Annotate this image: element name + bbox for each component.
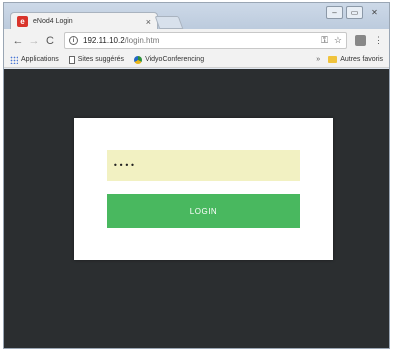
- bookmark-suggested-sites[interactable]: Sites suggérés: [68, 55, 125, 64]
- login-button[interactable]: LOGIN: [107, 194, 300, 228]
- star-icon[interactable]: ☆: [334, 35, 342, 46]
- bookmarks-overflow-icon[interactable]: »: [316, 56, 320, 63]
- kebab-menu-icon[interactable]: ⋮: [374, 35, 383, 46]
- bookmark-label: VidyoConferencing: [145, 56, 205, 63]
- tab-enod4-login[interactable]: e eNod4 Login ×: [10, 12, 158, 30]
- bookmark-label: Applications: [21, 56, 59, 63]
- bookmark-vidyo[interactable]: VidyoConferencing: [134, 55, 205, 64]
- folder-icon: [328, 56, 338, 63]
- login-card: LOGIN: [74, 118, 333, 260]
- extension-icon[interactable]: [355, 35, 366, 46]
- enod4-favicon-icon: e: [17, 16, 28, 27]
- back-arrow-icon[interactable]: ←: [10, 35, 26, 47]
- tab-strip: e eNod4 Login × – ▭ ✕: [4, 3, 389, 30]
- url-path: /login.htm: [124, 36, 160, 45]
- key-icon[interactable]: ⚿: [321, 35, 328, 46]
- bookmarks-bar: Applications Sites suggérés VidyoConfere…: [4, 52, 389, 68]
- maximize-icon[interactable]: ▭: [346, 6, 363, 19]
- new-tab-button[interactable]: [154, 16, 184, 29]
- browser-toolbar: ← → C i 192.11.10.2/login.htm ⚿ ☆ ⋮: [4, 29, 389, 52]
- window-controls: – ▭ ✕: [326, 6, 383, 19]
- info-icon[interactable]: i: [69, 36, 78, 45]
- bookmark-label: Sites suggérés: [77, 56, 125, 63]
- tab-title: eNod4 Login: [33, 18, 73, 25]
- reload-icon[interactable]: C: [42, 35, 58, 47]
- url-text[interactable]: 192.11.10.2/login.htm: [83, 36, 315, 45]
- address-bar[interactable]: i 192.11.10.2/login.htm ⚿ ☆: [64, 32, 347, 49]
- page-icon: [68, 55, 75, 64]
- password-input[interactable]: [107, 150, 300, 181]
- close-window-icon[interactable]: ✕: [366, 6, 383, 19]
- page-content: LOGIN: [4, 69, 389, 348]
- minimize-icon[interactable]: –: [326, 6, 343, 19]
- bookmark-label: Autres favoris: [340, 56, 383, 63]
- vidyo-icon: [134, 55, 143, 64]
- url-host: 192.11.10.2: [83, 36, 125, 45]
- browser-window: e eNod4 Login × – ▭ ✕ ← → C i 192.11.10.…: [3, 2, 390, 349]
- bookmark-applications[interactable]: Applications: [10, 55, 59, 64]
- apps-grid-icon: [10, 55, 18, 64]
- bookmark-other-favorites[interactable]: Autres favoris: [328, 56, 383, 63]
- forward-arrow-icon[interactable]: →: [26, 35, 42, 47]
- tab-close-icon[interactable]: ×: [146, 17, 151, 27]
